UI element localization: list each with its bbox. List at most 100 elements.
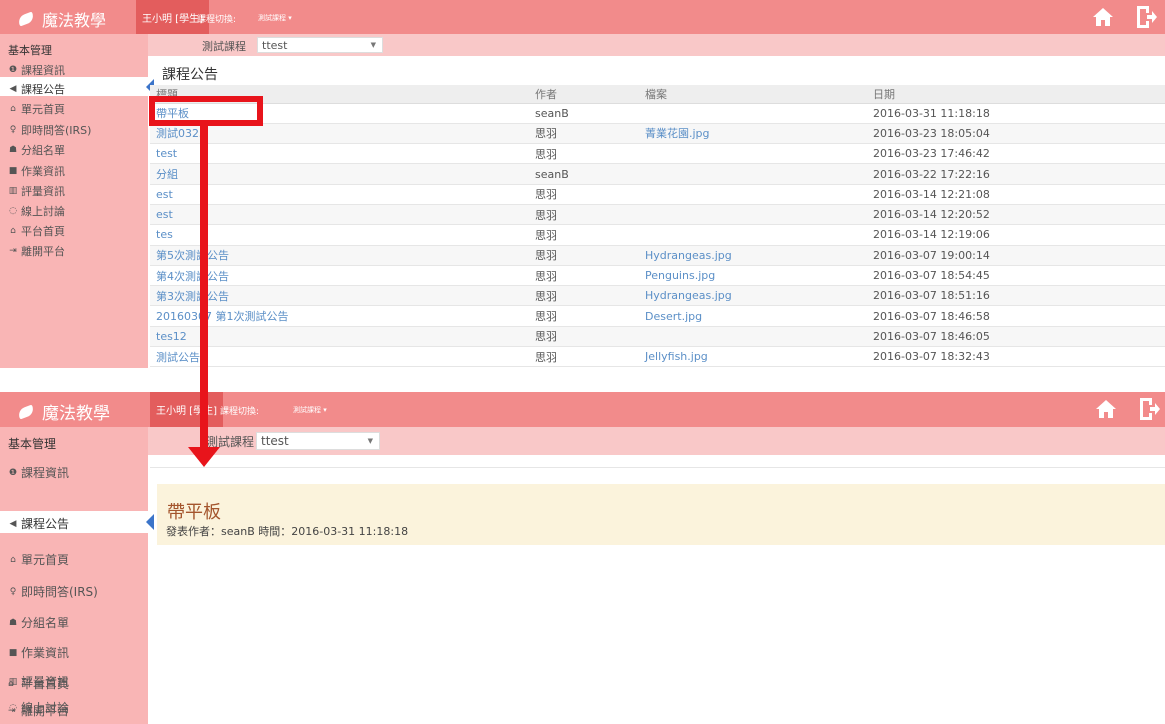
- sidebar-item-course-info[interactable]: ❶ 課程資訊: [8, 464, 69, 481]
- sidebar-item-discussion[interactable]: ◌ 線上討論: [8, 203, 65, 219]
- table-row[interactable]: est 思羽 2016-03-14 12:20:52: [150, 204, 1165, 226]
- file-link[interactable]: Jellyfish.jpg: [639, 346, 867, 368]
- column-header-date[interactable]: 日期: [867, 85, 1165, 104]
- table-row[interactable]: 第5次測試公告 思羽 Hydrangeas.jpg 2016-03-07 19:00:…: [150, 245, 1165, 266]
- sidebar-item-course-info[interactable]: ❶ 課程資訊: [8, 62, 65, 78]
- author-cell: seanB: [529, 103, 639, 124]
- table-row[interactable]: 測試0323 思羽 菁業花園.jpg 2016-03-23 18:05:04: [150, 123, 1165, 145]
- table-row[interactable]: est 思羽 2016-03-14 12:21:08: [150, 184, 1165, 205]
- table-row[interactable]: tes 思羽 2016-03-14 12:19:06: [150, 224, 1165, 246]
- sidebar-item-label: 離開平台: [21, 704, 70, 718]
- lightbulb-icon: ♀: [9, 125, 17, 135]
- sidebar-item-assessment[interactable]: ▥ 評量資訊: [8, 183, 65, 199]
- date-cell: 2016-03-07 18:46:58: [867, 305, 1165, 327]
- file-link: [639, 103, 867, 124]
- sidebar-item-label: 單元首頁: [21, 103, 65, 116]
- date-cell: 2016-03-14 12:20:52: [867, 204, 1165, 226]
- divider: [150, 467, 1165, 468]
- column-header-file[interactable]: 檔案: [639, 85, 867, 104]
- sidebar-item-platform-home[interactable]: ⌂ 平台首頁: [8, 675, 69, 692]
- sidebar-item-label: 課程公告: [21, 83, 65, 96]
- exit-icon: ⇥: [9, 246, 17, 256]
- home-icon: ⌂: [10, 554, 16, 565]
- author-cell: 思羽: [529, 265, 639, 287]
- file-link[interactable]: Desert.jpg: [639, 305, 867, 327]
- file-link[interactable]: Hydrangeas.jpg: [639, 245, 867, 266]
- date-cell: 2016-03-07 18:32:43: [867, 346, 1165, 368]
- sidebar-item-label: 單元首頁: [21, 553, 70, 567]
- date-cell: 2016-03-14 12:19:06: [867, 224, 1165, 246]
- sidebar-item-irs[interactable]: ♀ 即時問答(IRS): [8, 122, 92, 138]
- sidebar-item-label: 作業資訊: [21, 646, 70, 660]
- author-cell: 思羽: [529, 123, 639, 145]
- sidebar-item-irs[interactable]: ♀ 即時問答(IRS): [8, 583, 98, 600]
- sidebar-item-label: 平台首頁: [21, 677, 70, 691]
- sidebar-item-label: 離開平台: [21, 245, 65, 258]
- table-row[interactable]: 測試公告 思羽 Jellyfish.jpg 2016-03-07 18:32:43: [150, 346, 1165, 368]
- table-row[interactable]: 分組 seanB 2016-03-22 17:22:16: [150, 163, 1165, 185]
- course-select-value: ttest: [261, 434, 289, 448]
- sidebar-item-groups[interactable]: ☗ 分組名單: [8, 142, 65, 158]
- author-cell: 思羽: [529, 204, 639, 226]
- sidebar-item-label: 分組名單: [21, 616, 70, 630]
- course-select[interactable]: ttest ▼: [257, 37, 383, 53]
- leaf-icon: [16, 11, 36, 27]
- sidebar-item-exit[interactable]: ⇥ 離開平台: [8, 702, 69, 719]
- chart-icon: ▥: [8, 186, 18, 196]
- column-header-author[interactable]: 作者: [529, 85, 639, 104]
- sidebar-item-homework[interactable]: ■ 作業資訊: [8, 163, 65, 179]
- brand-logo[interactable]: 魔法教學: [16, 7, 106, 31]
- sidebar-item-exit[interactable]: ⇥ 離開平台: [8, 243, 65, 259]
- table-row[interactable]: 第3次測試公告 思羽 Hydrangeas.jpg 2016-03-07 18:51:…: [150, 285, 1165, 307]
- table-row[interactable]: 20160307 第1次測試公告 思羽 Desert.jpg 2016-03-07 1…: [150, 305, 1165, 327]
- sidebar-item-unit-home[interactable]: ⌂ 單元首頁: [8, 551, 69, 568]
- table-row[interactable]: tes12 思羽 2016-03-07 18:46:05: [150, 326, 1165, 348]
- sidebar-item-label: 即時問答(IRS): [21, 124, 92, 137]
- sidebar-item-groups[interactable]: ☗ 分組名單: [8, 614, 69, 631]
- top-navbar: 魔法教學 王小明 [學生] 課程切換: 測試課程 ▾: [0, 0, 1165, 34]
- table-row[interactable]: 帶平板 seanB 2016-03-31 11:18:18: [150, 103, 1165, 124]
- table-row[interactable]: test 思羽 2016-03-23 17:46:42: [150, 143, 1165, 165]
- user-badge[interactable]: 王小明 [學生]: [150, 392, 223, 427]
- author-cell: 思羽: [529, 285, 639, 307]
- sidebar-item-homework[interactable]: ■ 作業資訊: [8, 644, 69, 661]
- author-cell: 思羽: [529, 326, 639, 348]
- file-link[interactable]: Penguins.jpg: [639, 265, 867, 287]
- highlight-box: [149, 96, 263, 126]
- author-cell: 思羽: [529, 224, 639, 246]
- megaphone-icon: ◀: [9, 84, 17, 94]
- date-cell: 2016-03-07 18:51:16: [867, 285, 1165, 307]
- sidebar-item-announcements[interactable]: ◀ 課程公告: [8, 515, 69, 532]
- course-switch-label: 課程切換:: [220, 407, 260, 417]
- table-row[interactable]: 第4次測試公告 思羽 Penguins.jpg 2016-03-07 18:54:45: [150, 265, 1165, 287]
- author-cell: seanB: [529, 163, 639, 185]
- sidebar-item-unit-home[interactable]: ⌂ 單元首頁: [8, 101, 65, 117]
- file-link[interactable]: 菁業花園.jpg: [639, 123, 867, 145]
- date-cell: 2016-03-31 11:18:18: [867, 103, 1165, 124]
- author-cell: 思羽: [529, 184, 639, 205]
- course-switch-menu[interactable]: 測試課程 ▾: [258, 13, 292, 23]
- sidebar-item-platform-home[interactable]: ⌂ 平台首頁: [8, 223, 65, 239]
- sidebar-item-announcements[interactable]: ◀ 課程公告: [8, 81, 65, 97]
- date-cell: 2016-03-14 12:21:08: [867, 184, 1165, 205]
- top-navbar: 魔法教學 王小明 [學生] 課程切換: 測試課程 ▾: [0, 392, 1165, 427]
- book-icon: ■: [8, 647, 18, 658]
- brand-logo[interactable]: 魔法教學: [16, 399, 110, 424]
- home-icon[interactable]: [1092, 7, 1114, 27]
- logout-icon[interactable]: [1135, 5, 1157, 29]
- course-select[interactable]: ttest ▼: [256, 432, 380, 450]
- author-cell: 思羽: [529, 245, 639, 266]
- course-select-bar: 測試課程 ttest ▼: [0, 34, 1165, 56]
- sidebar-item-label: 評量資訊: [21, 185, 65, 198]
- home-icon[interactable]: [1095, 399, 1117, 419]
- sidebar-item-label: 課程資訊: [21, 466, 70, 480]
- platform-home-icon: ⌂: [8, 678, 14, 689]
- logout-icon[interactable]: [1138, 397, 1160, 421]
- date-cell: 2016-03-07 18:46:05: [867, 326, 1165, 348]
- course-switch-menu[interactable]: 測試課程 ▾: [293, 405, 327, 415]
- info-icon: ❶: [8, 65, 18, 75]
- home-icon: ⌂: [10, 104, 16, 114]
- date-cell: 2016-03-22 17:22:16: [867, 163, 1165, 185]
- file-link[interactable]: Hydrangeas.jpg: [639, 285, 867, 307]
- exit-icon: ⇥: [8, 705, 16, 716]
